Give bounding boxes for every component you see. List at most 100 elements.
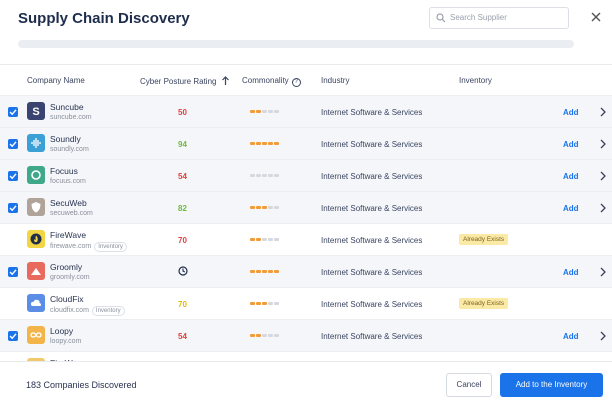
company-name: SecuWeb — [50, 198, 87, 208]
commonality-segment — [256, 270, 261, 273]
add-button[interactable]: Add — [563, 140, 579, 149]
table-row[interactable]: Soundly soundly.com 94 Internet Software & … — [0, 127, 612, 159]
table-row[interactable]: SecuWeb secuweb.com 82 Internet Software & … — [0, 191, 612, 223]
add-button[interactable]: Add — [563, 332, 579, 341]
soundwave-icon — [31, 138, 41, 148]
add-button[interactable]: Add — [563, 204, 579, 213]
company-logo — [27, 166, 45, 184]
chevron-right-icon[interactable] — [599, 331, 607, 341]
table-header: Company Name Cyber Posture Rating Common… — [0, 65, 612, 95]
circle-icon — [31, 170, 41, 180]
industry: Internet Software & Services — [321, 108, 423, 117]
add-button[interactable]: Add — [563, 268, 579, 277]
row-checkbox[interactable] — [8, 267, 18, 277]
commonality-segment — [268, 206, 273, 209]
company-logo — [27, 134, 45, 152]
company-logo: S — [27, 102, 45, 120]
commonality-indicator — [250, 206, 280, 209]
shield-icon — [31, 202, 41, 213]
companies-count: 183 Companies Discovered — [26, 380, 137, 390]
table-row[interactable]: S Suncube suncube.com 50 Internet Software &… — [0, 95, 612, 127]
inventory-tag: Inventory — [94, 242, 127, 252]
cancel-button[interactable]: Cancel — [446, 373, 492, 397]
company-domain: firewave.com Inventory — [50, 242, 127, 252]
chevron-right-icon[interactable] — [599, 171, 607, 181]
search-input[interactable]: Search Supplier — [429, 7, 569, 29]
mountain-icon — [31, 268, 41, 275]
company-logo — [27, 230, 45, 248]
sort-arrow-up-icon[interactable] — [221, 76, 229, 85]
commonality-segment — [256, 206, 261, 209]
cyber-rating: 54 — [178, 172, 187, 181]
commonality-indicator — [250, 110, 280, 113]
status-badge: Already Exists — [459, 298, 509, 309]
commonality-segment — [274, 302, 279, 305]
commonality-indicator — [250, 302, 280, 305]
commonality-segment — [250, 302, 255, 305]
column-header-commonality[interactable]: Commonality? — [242, 76, 301, 87]
company-logo — [27, 294, 45, 312]
row-checkbox[interactable] — [8, 139, 18, 149]
row-checkbox[interactable] — [8, 331, 18, 341]
commonality-segment — [250, 174, 255, 177]
table-row[interactable]: FireWave — [0, 351, 612, 361]
chevron-right-icon[interactable] — [599, 107, 607, 117]
company-logo — [27, 326, 45, 344]
commonality-segment — [256, 238, 261, 241]
clock-icon — [178, 266, 188, 276]
column-header-industry[interactable]: Industry — [321, 76, 349, 85]
commonality-indicator — [250, 174, 280, 177]
commonality-indicator — [250, 270, 280, 273]
chevron-right-icon[interactable] — [599, 139, 607, 149]
commonality-segment — [268, 302, 273, 305]
commonality-segment — [274, 238, 279, 241]
company-domain: secuweb.com — [50, 210, 93, 217]
row-checkbox[interactable] — [8, 107, 18, 117]
column-header-rating[interactable]: Cyber Posture Rating — [140, 76, 229, 86]
table-row[interactable]: FireWave firewave.com Inventory 70 Internet … — [0, 223, 612, 255]
cyber-rating: 94 — [178, 140, 187, 149]
commonality-segment — [268, 270, 273, 273]
commonality-segment — [262, 334, 267, 337]
commonality-segment — [256, 110, 261, 113]
row-checkbox[interactable] — [8, 171, 18, 181]
commonality-segment — [250, 238, 255, 241]
add-button[interactable]: Add — [563, 172, 579, 181]
company-name: CloudFix — [50, 294, 84, 304]
chevron-right-icon[interactable] — [599, 267, 607, 277]
company-domain: focuus.com — [50, 178, 86, 185]
company-domain: loopy.com — [50, 338, 82, 345]
column-header-inventory[interactable]: Inventory — [459, 76, 492, 85]
company-domain: groomly.com — [50, 274, 90, 281]
commonality-segment — [256, 334, 261, 337]
add-to-inventory-button[interactable]: Add to the Inventory — [500, 373, 603, 397]
help-icon[interactable]: ? — [291, 78, 301, 87]
commonality-segment — [262, 142, 267, 145]
table-row[interactable]: Loopy loopy.com 54 Internet Software & Serv… — [0, 319, 612, 351]
close-icon[interactable] — [590, 11, 602, 23]
commonality-segment — [262, 238, 267, 241]
company-name: Focuus — [50, 166, 78, 176]
company-logo — [27, 262, 45, 280]
industry: Internet Software & Services — [321, 172, 423, 181]
company-name: Suncube — [50, 102, 84, 112]
commonality-segment — [274, 206, 279, 209]
table-row[interactable]: CloudFix cloudfix.com Inventory 70 Internet … — [0, 287, 612, 319]
commonality-segment — [274, 142, 279, 145]
infinity-icon — [30, 332, 42, 338]
table-row[interactable]: Groomly groomly.com Internet Software & Se… — [0, 255, 612, 287]
commonality-segment — [268, 238, 273, 241]
commonality-segment — [262, 174, 267, 177]
chevron-right-icon[interactable] — [599, 203, 607, 213]
row-checkbox[interactable] — [8, 203, 18, 213]
svg-text:S: S — [32, 106, 39, 117]
company-name: FireWave — [50, 230, 87, 240]
column-header-company[interactable]: Company Name — [27, 76, 85, 85]
commonality-segment — [268, 110, 273, 113]
add-button[interactable]: Add — [563, 108, 579, 117]
status-badge: Already Exists — [459, 234, 509, 245]
table-row[interactable]: Focuus focuus.com 54 Internet Software & Se… — [0, 159, 612, 191]
commonality-segment — [262, 302, 267, 305]
industry: Internet Software & Services — [321, 236, 423, 245]
commonality-segment — [256, 302, 261, 305]
